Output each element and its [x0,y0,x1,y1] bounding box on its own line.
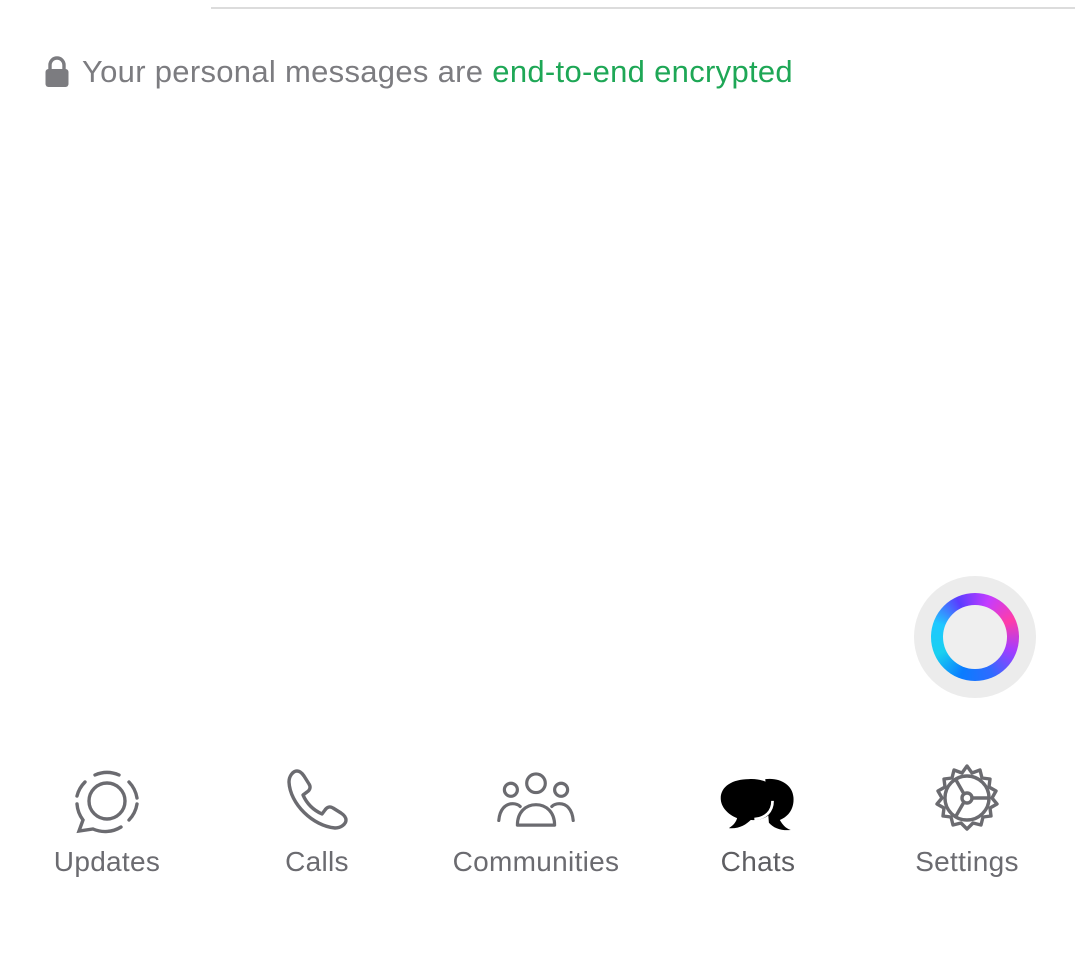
tab-label-settings: Settings [915,846,1019,877]
meta-ai-ring-icon [931,593,1019,681]
tab-communities[interactable]: Communities [436,760,636,890]
end-to-end-encrypted-link[interactable]: end-to-end encrypted [492,54,793,90]
encryption-notice: Your personal messages are end-to-end en… [44,54,793,90]
tab-label-updates: Updates [53,846,161,877]
lock-icon [44,55,70,89]
tab-settings[interactable]: Settings [867,760,1067,890]
tab-label-communities: Communities [452,846,620,877]
meta-ai-button[interactable] [914,576,1036,698]
communities-icon [496,760,576,840]
tab-updates[interactable]: Updates [7,760,207,890]
top-divider [211,7,1075,9]
chats-icon [718,760,798,840]
encryption-notice-text: Your personal messages are [82,54,484,89]
tab-label-chats: Chats [720,846,796,877]
tab-chats[interactable]: Chats [658,760,858,890]
tab-calls[interactable]: Calls [217,760,417,890]
gear-icon [927,760,1007,840]
tab-label-calls: Calls [285,846,349,877]
tab-bar: Updates Calls Communities Chats Settings [0,760,1075,900]
updates-icon [67,760,147,840]
phone-icon [277,760,357,840]
